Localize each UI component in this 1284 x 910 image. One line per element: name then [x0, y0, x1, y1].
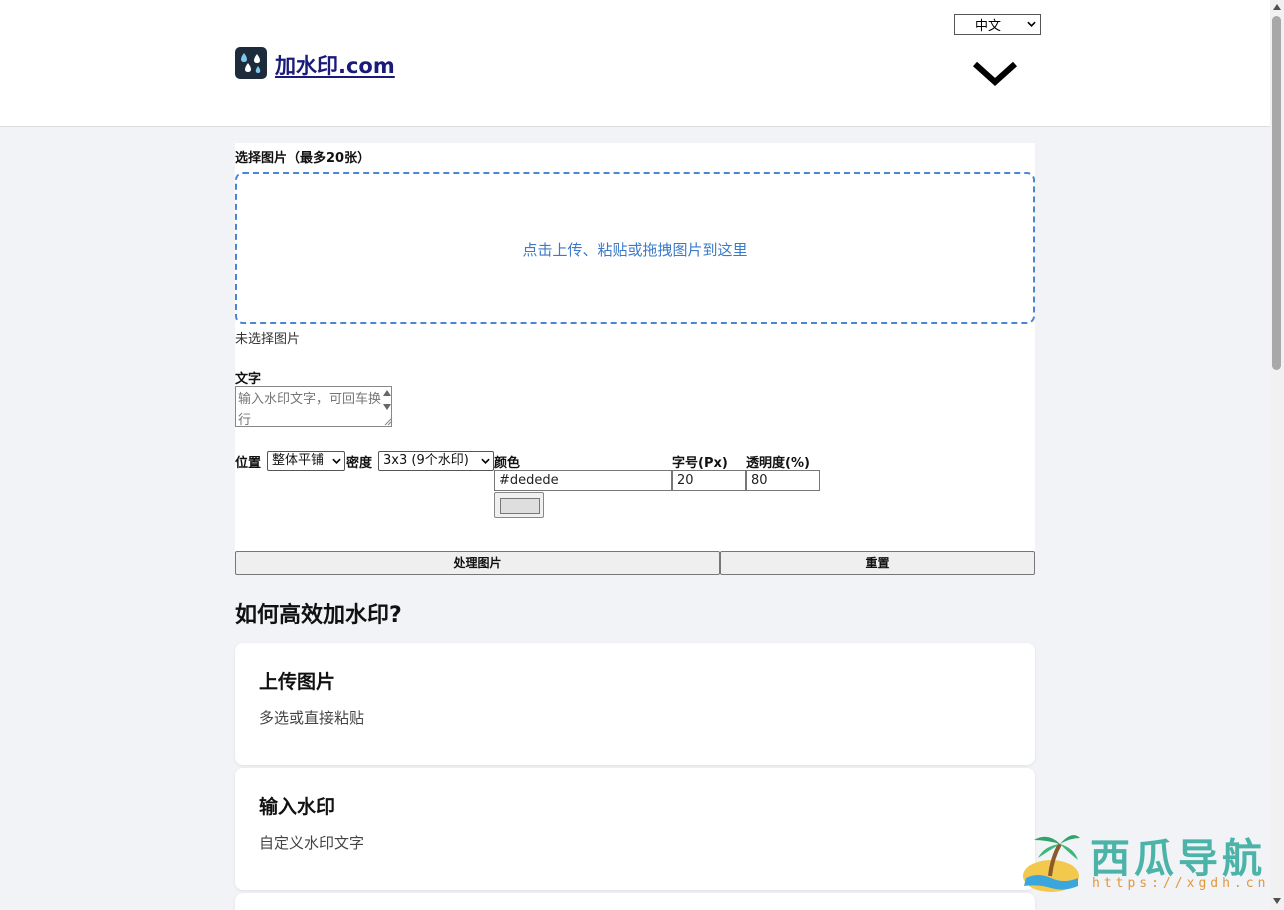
scroll-down-icon[interactable] — [1273, 898, 1281, 904]
dropzone-text: 点击上传、粘贴或拖拽图片到这里 — [522, 241, 748, 259]
density-select[interactable]: 3x3 (9个水印) — [378, 451, 494, 471]
language-select[interactable]: 中文 — [954, 14, 1041, 35]
text-label: 文字 — [235, 372, 262, 387]
site-header — [0, 0, 1270, 127]
font-size-input[interactable]: 20 — [672, 470, 746, 491]
reset-button[interactable]: 重置 — [720, 551, 1035, 575]
raindrops-logo-icon[interactable] — [235, 47, 267, 79]
opacity-label: 透明度(%) — [746, 456, 810, 471]
menu-chevron-down-icon[interactable] — [970, 56, 1020, 92]
upload-status: 未选择图片 — [235, 332, 301, 347]
textarea-scroll-arrows[interactable] — [381, 387, 393, 427]
color-picker-button[interactable] — [494, 492, 544, 518]
image-dropzone[interactable]: 点击上传、粘贴或拖拽图片到这里 — [235, 172, 1035, 324]
position-label: 位置 — [235, 456, 262, 471]
select-arrow-icon — [332, 458, 341, 464]
chevron-down-icon — [1027, 21, 1036, 27]
color-swatch — [500, 498, 540, 514]
color-label: 颜色 — [494, 456, 521, 471]
howto-card — [235, 893, 1035, 910]
overlay-watermark-url: https://xgdh.cn — [1092, 876, 1270, 891]
select-arrow-icon — [481, 458, 490, 464]
scroll-up-icon[interactable] — [1273, 4, 1281, 10]
palm-island-logo — [1023, 835, 1080, 892]
opacity-input[interactable]: 80 — [746, 470, 820, 491]
page-scrollbar[interactable] — [1270, 0, 1284, 910]
howto-title: 如何高效加水印? — [235, 603, 402, 628]
howto-card: 输入水印 自定义水印文字 — [235, 768, 1035, 890]
watermark-text-input[interactable] — [235, 386, 392, 427]
howto-card-title: 上传图片 — [259, 671, 336, 693]
site-name-link[interactable]: 加水印.com — [275, 50, 395, 80]
howto-card: 上传图片 多选或直接粘贴 — [235, 643, 1035, 765]
howto-card-title: 输入水印 — [259, 796, 336, 818]
upload-label: 选择图片（最多20张） — [235, 151, 371, 166]
position-select-value: 整体平铺 — [272, 453, 325, 468]
density-label: 密度 — [346, 456, 373, 471]
density-select-value: 3x3 (9个水印) — [383, 453, 469, 468]
color-hex-input[interactable]: #dedede — [494, 470, 672, 491]
language-select-value: 中文 — [975, 19, 1002, 34]
scroll-thumb[interactable] — [1272, 16, 1281, 370]
process-images-button[interactable]: 处理图片 — [235, 551, 720, 575]
position-select[interactable]: 整体平铺 — [267, 451, 345, 471]
howto-card-desc: 自定义水印文字 — [259, 834, 365, 852]
howto-card-desc: 多选或直接粘贴 — [259, 709, 365, 727]
font-size-label: 字号(Px) — [672, 456, 728, 471]
